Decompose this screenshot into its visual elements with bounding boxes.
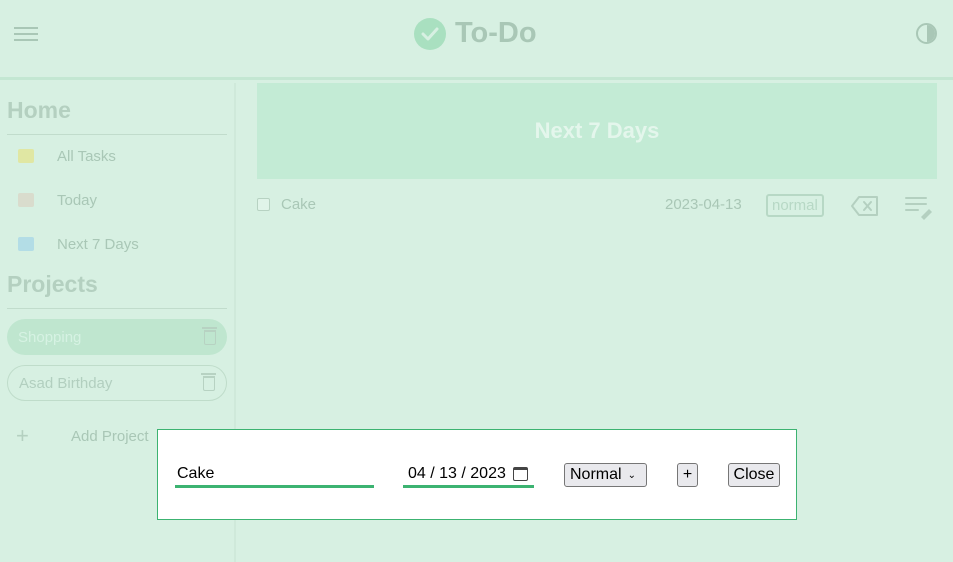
add-project-button[interactable]: + Add Project bbox=[16, 423, 149, 449]
projects-section-title: Projects bbox=[7, 271, 98, 297]
backspace-delete-icon[interactable] bbox=[850, 195, 880, 217]
check-circle-icon bbox=[414, 17, 446, 50]
calendar-day-icon bbox=[18, 193, 34, 207]
contrast-toggle-icon[interactable] bbox=[916, 23, 937, 44]
task-row: Cake 2023-04-13 normal bbox=[257, 190, 937, 220]
task-checkbox[interactable] bbox=[257, 198, 270, 211]
home-section-title: Home bbox=[7, 97, 71, 123]
sidebar-item-label: All Tasks bbox=[57, 147, 116, 165]
priority-badge: normal bbox=[766, 194, 824, 217]
priority-select[interactable]: Normal ⌄ bbox=[564, 463, 647, 487]
project-item-asad-birthday[interactable]: Asad Birthday bbox=[7, 365, 227, 401]
project-label: Asad Birthday bbox=[19, 374, 113, 392]
task-name-input[interactable] bbox=[175, 462, 374, 488]
priority-selected-value: Normal bbox=[570, 466, 622, 483]
trash-icon[interactable] bbox=[202, 326, 217, 345]
edit-list-icon[interactable] bbox=[904, 194, 934, 220]
sidebar-item-all-tasks[interactable]: All Tasks bbox=[18, 143, 116, 169]
due-date-input[interactable]: 04 / 13 / 2023 bbox=[403, 462, 534, 488]
add-project-label: Add Project bbox=[71, 427, 149, 445]
close-button[interactable]: Close bbox=[728, 463, 780, 487]
add-task-button[interactable]: + bbox=[677, 463, 698, 487]
project-item-shopping[interactable]: Shopping bbox=[7, 319, 227, 355]
task-name: Cake bbox=[281, 196, 317, 213]
sidebar-item-label: Next 7 Days bbox=[57, 235, 139, 253]
divider bbox=[7, 134, 227, 135]
chevron-down-icon: ⌄ bbox=[627, 469, 636, 481]
divider bbox=[7, 308, 227, 309]
due-date-value: 04 / 13 / 2023 bbox=[408, 464, 506, 482]
plus-icon: + bbox=[16, 423, 29, 448]
app-header: To-Do bbox=[0, 0, 953, 80]
calendar-week-icon bbox=[18, 237, 34, 251]
project-label: Shopping bbox=[18, 328, 82, 346]
page-title: Next 7 Days bbox=[534, 118, 660, 143]
sidebar-item-label: Today bbox=[57, 191, 98, 209]
sidebar-item-next-7-days[interactable]: Next 7 Days bbox=[18, 231, 139, 257]
trash-icon[interactable] bbox=[201, 372, 216, 391]
add-task-dialog: 04 / 13 / 2023 Normal ⌄ + Close bbox=[157, 429, 797, 520]
app-title: To-Do bbox=[455, 17, 537, 49]
calendar-icon[interactable] bbox=[512, 466, 528, 481]
brand: To-Do bbox=[414, 17, 537, 50]
task-date: 2023-04-13 bbox=[665, 196, 742, 213]
hamburger-menu-icon[interactable] bbox=[14, 23, 38, 45]
sidebar-item-today[interactable]: Today bbox=[18, 187, 97, 213]
inbox-icon bbox=[18, 149, 34, 163]
view-banner: Next 7 Days bbox=[257, 83, 937, 179]
